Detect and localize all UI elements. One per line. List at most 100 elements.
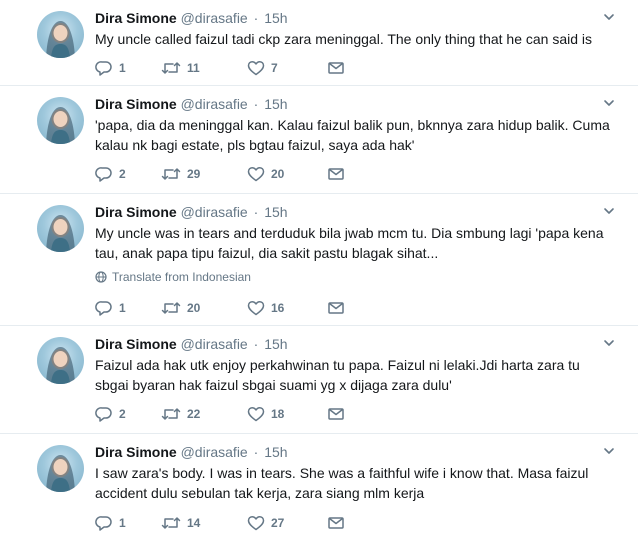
chevron-down-icon[interactable] <box>602 444 616 458</box>
envelope-icon <box>328 62 344 74</box>
reply-count: 1 <box>119 61 126 75</box>
avatar[interactable] <box>37 205 84 252</box>
tweet-3[interactable]: Dira Simone @dirasafie · 15h My uncle wa… <box>0 194 638 326</box>
retweet-icon <box>161 517 181 529</box>
separator-dot: · <box>253 444 259 460</box>
chevron-down-icon[interactable] <box>602 10 616 24</box>
user-handle[interactable]: @dirasafie <box>181 96 248 112</box>
avatar[interactable] <box>37 445 84 492</box>
tweet-text: My uncle called faizul tadi ckp zara men… <box>95 31 593 47</box>
user-name[interactable]: Dira Simone <box>95 336 177 352</box>
direct-message-button[interactable] <box>327 60 347 76</box>
avatar[interactable] <box>37 337 84 384</box>
envelope-icon <box>328 517 344 529</box>
reply-icon <box>95 301 112 316</box>
envelope-icon <box>328 168 344 180</box>
reply-button[interactable]: 1 <box>95 60 161 76</box>
user-handle[interactable]: @dirasafie <box>181 336 248 352</box>
tweet-5[interactable]: Dira Simone @dirasafie · 15h I saw zara'… <box>0 434 638 541</box>
separator-dot: · <box>253 204 259 220</box>
separator-dot: · <box>253 336 259 352</box>
reply-button[interactable]: 1 <box>95 515 161 531</box>
tweet-text: 'papa, dia da meninggal kan. Kalau faizu… <box>95 117 614 153</box>
like-button[interactable]: 16 <box>247 300 327 316</box>
tweet-header: Dira Simone @dirasafie · 15h <box>95 335 608 353</box>
retweet-count: 11 <box>187 61 200 75</box>
reply-button[interactable]: 2 <box>95 166 161 182</box>
tweet-timestamp[interactable]: 15h <box>264 10 287 26</box>
reply-icon <box>95 407 112 422</box>
direct-message-button[interactable] <box>327 300 347 316</box>
like-button[interactable]: 20 <box>247 166 327 182</box>
retweet-icon <box>161 302 181 314</box>
retweet-count: 20 <box>187 301 201 315</box>
reply-button[interactable]: 2 <box>95 406 161 422</box>
envelope-icon <box>328 302 344 314</box>
like-count: 16 <box>271 301 285 315</box>
tweet-actions: 2 22 18 <box>95 404 347 424</box>
retweet-icon <box>161 168 181 180</box>
retweet-button[interactable]: 11 <box>161 60 247 76</box>
direct-message-button[interactable] <box>327 515 347 531</box>
like-count: 7 <box>271 61 278 75</box>
user-name[interactable]: Dira Simone <box>95 96 177 112</box>
retweet-icon <box>161 408 181 420</box>
tweet-header: Dira Simone @dirasafie · 15h <box>95 203 608 221</box>
tweet-actions: 1 20 16 <box>95 298 347 318</box>
heart-icon <box>247 515 265 531</box>
like-button[interactable]: 7 <box>247 60 327 76</box>
user-handle[interactable]: @dirasafie <box>181 204 248 220</box>
direct-message-button[interactable] <box>327 166 347 182</box>
tweet-header: Dira Simone @dirasafie · 15h <box>95 95 608 113</box>
user-name[interactable]: Dira Simone <box>95 204 177 220</box>
like-count: 20 <box>271 167 285 181</box>
tweet-4[interactable]: Dira Simone @dirasafie · 15h Faizul ada … <box>0 326 638 434</box>
retweet-button[interactable]: 22 <box>161 406 247 422</box>
retweet-button[interactable]: 20 <box>161 300 247 316</box>
user-handle[interactable]: @dirasafie <box>181 10 248 26</box>
tweet-1[interactable]: Dira Simone @dirasafie · 15h My uncle ca… <box>0 0 638 86</box>
tweet-timestamp[interactable]: 15h <box>264 96 287 112</box>
reply-icon <box>95 61 112 76</box>
retweet-button[interactable]: 14 <box>161 515 247 531</box>
chevron-down-icon[interactable] <box>602 96 616 110</box>
retweet-icon <box>161 62 181 74</box>
retweet-count: 14 <box>187 516 201 530</box>
reply-icon <box>95 167 112 182</box>
chevron-down-icon[interactable] <box>602 336 616 350</box>
user-handle[interactable]: @dirasafie <box>181 444 248 460</box>
retweet-button[interactable]: 29 <box>161 166 247 182</box>
separator-dot: · <box>253 96 259 112</box>
tweet-timestamp[interactable]: 15h <box>264 204 287 220</box>
tweet-text: My uncle was in tears and terduduk bila … <box>95 225 608 261</box>
tweet-text: I saw zara's body. I was in tears. She w… <box>95 465 593 501</box>
translate-link[interactable]: Translate from Indonesian <box>95 270 251 284</box>
tweet-timestamp[interactable]: 15h <box>264 336 287 352</box>
tweet-header: Dira Simone @dirasafie · 15h <box>95 9 608 27</box>
envelope-icon <box>328 408 344 420</box>
reply-count: 2 <box>119 167 126 181</box>
user-name[interactable]: Dira Simone <box>95 444 177 460</box>
tweet-actions: 1 11 7 <box>95 58 347 78</box>
tweet-timeline: Dira Simone @dirasafie · 15h My uncle ca… <box>0 0 638 541</box>
like-button[interactable]: 18 <box>247 406 327 422</box>
avatar[interactable] <box>37 97 84 144</box>
direct-message-button[interactable] <box>327 406 347 422</box>
chevron-down-icon[interactable] <box>602 204 616 218</box>
translate-label: Translate from Indonesian <box>112 270 251 284</box>
retweet-count: 22 <box>187 407 201 421</box>
user-name[interactable]: Dira Simone <box>95 10 177 26</box>
reply-button[interactable]: 1 <box>95 300 161 316</box>
tweet-header: Dira Simone @dirasafie · 15h <box>95 443 608 461</box>
tweet-text: Faizul ada hak utk enjoy perkahwinan tu … <box>95 357 584 393</box>
tweet-2[interactable]: Dira Simone @dirasafie · 15h 'papa, dia … <box>0 86 638 194</box>
separator-dot: · <box>253 10 259 26</box>
globe-icon <box>95 271 107 283</box>
tweet-timestamp[interactable]: 15h <box>264 444 287 460</box>
like-button[interactable]: 27 <box>247 515 327 531</box>
reply-count: 1 <box>119 301 126 315</box>
reply-icon <box>95 516 112 531</box>
avatar[interactable] <box>37 11 84 58</box>
like-count: 18 <box>271 407 285 421</box>
tweet-actions: 2 29 20 <box>95 164 347 184</box>
